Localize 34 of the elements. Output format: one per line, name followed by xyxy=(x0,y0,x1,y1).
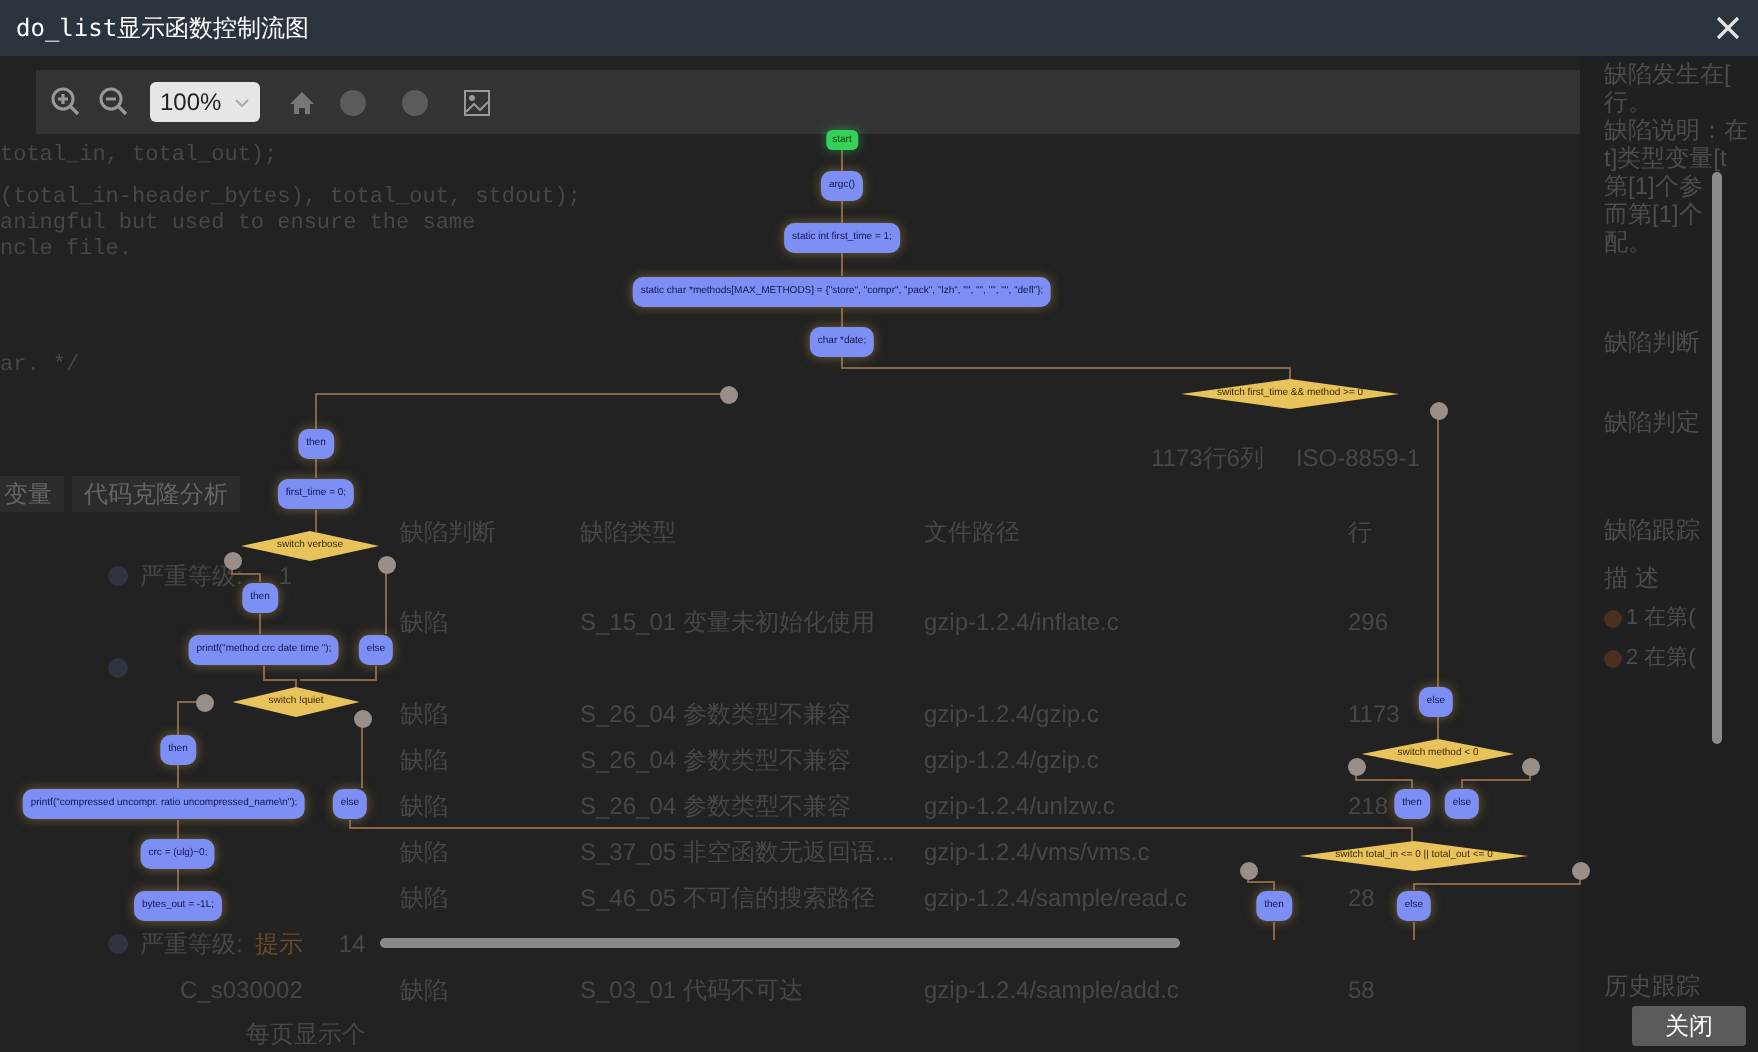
connector-line xyxy=(177,819,179,841)
export-image-button[interactable] xyxy=(464,89,490,115)
connector-line xyxy=(259,613,261,635)
window-title: do_list显示函数控制流图 xyxy=(16,12,310,46)
home-button[interactable] xyxy=(288,89,316,115)
circle-icon xyxy=(340,89,366,115)
circle-icon xyxy=(402,89,428,115)
zoom-in-icon xyxy=(50,86,82,118)
zoom-in-button[interactable] xyxy=(50,86,82,118)
vertical-scrollbar[interactable] xyxy=(1712,172,1722,744)
zoom-out-button[interactable] xyxy=(98,86,130,118)
connector-line xyxy=(1437,715,1439,741)
forward-button[interactable] xyxy=(402,89,428,115)
image-icon xyxy=(464,89,490,115)
connector-line xyxy=(841,149,843,173)
connector-line xyxy=(315,457,317,479)
close-button[interactable] xyxy=(1714,14,1742,42)
connector-line xyxy=(1413,921,1415,941)
connector-line xyxy=(1273,921,1275,941)
connector-line xyxy=(841,199,843,225)
horizontal-scrollbar[interactable] xyxy=(380,938,1180,948)
connector-line xyxy=(841,251,843,277)
connector-line xyxy=(177,763,179,789)
connector-line xyxy=(177,867,179,893)
zoom-out-icon xyxy=(98,86,130,118)
severity-label: 提示 xyxy=(254,931,303,955)
close-icon xyxy=(1716,16,1740,40)
connector-line xyxy=(315,509,317,533)
back-button[interactable] xyxy=(340,89,366,115)
home-icon xyxy=(288,89,316,115)
zoom-select[interactable]: 100% xyxy=(150,82,260,122)
connector-line xyxy=(841,307,843,329)
chevron-down-icon xyxy=(234,97,250,107)
close-button[interactable]: 关闭 xyxy=(1632,1006,1746,1046)
